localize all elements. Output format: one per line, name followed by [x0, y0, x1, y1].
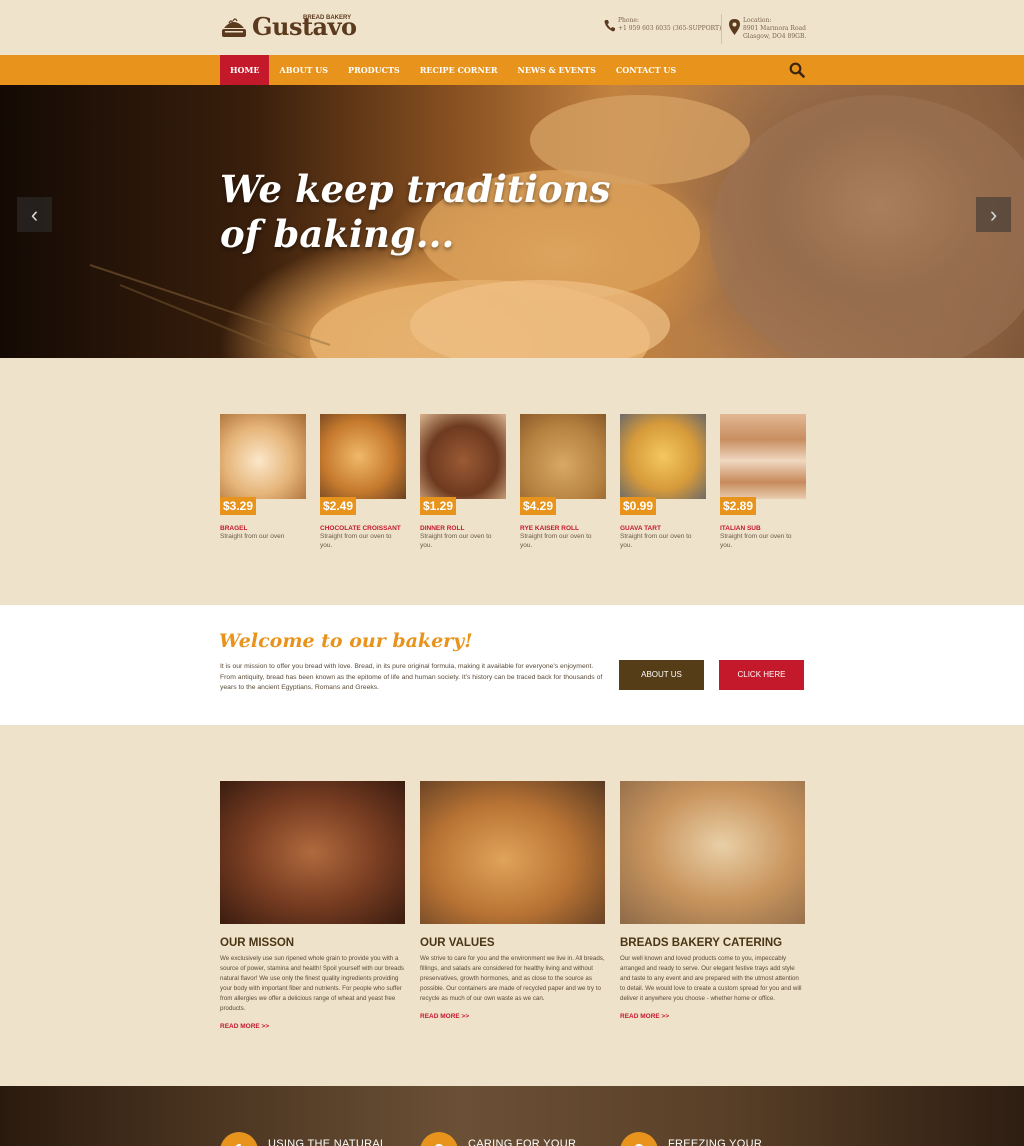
steps-band: 1 USING THE NATURAL 2 CARING FOR YOUR 3 … [0, 1086, 1024, 1146]
features-section: OUR MISSON We exclusively use sun ripene… [0, 725, 1024, 1086]
product-image[interactable]: $1.29 [420, 414, 506, 515]
feature-text: We strive to care for you and the enviro… [420, 955, 605, 1002]
nav-about-us[interactable]: ABOUT US [269, 55, 338, 85]
feature-image[interactable] [220, 781, 405, 924]
feature-card: BREADS BAKERY CATERING Our well known an… [620, 781, 805, 1020]
step-number: 3 [620, 1132, 658, 1146]
logo-tagline: BREAD BAKERY [303, 15, 352, 21]
site-header: Gustavo BREAD BAKERY Phone: +1 959 603 6… [0, 0, 1024, 55]
product-price: $3.29 [220, 497, 257, 515]
product-image[interactable]: $3.29 [220, 414, 306, 515]
hero-title-line2: of baking... [220, 212, 455, 256]
welcome-text: It is our mission to offer you bread wit… [220, 663, 603, 691]
product-card[interactable]: $1.29 DINNER ROLL Straight from our oven… [420, 414, 506, 550]
read-more-link[interactable]: READ MORE >> [420, 1013, 605, 1020]
phone-icon [604, 20, 615, 32]
logo[interactable]: Gustavo BREAD BAKERY [220, 12, 357, 41]
read-more-link[interactable]: READ MORE >> [220, 1023, 405, 1030]
nav-news-events[interactable]: NEWS & EVENTS [508, 55, 606, 85]
nav-home[interactable]: HOME [220, 55, 270, 85]
feature-text: Our well known and loved products come t… [620, 955, 802, 1002]
slider-prev-button[interactable]: ‹ [17, 197, 52, 232]
feature-title: BREADS BAKERY CATERING [620, 937, 783, 949]
product-card[interactable]: $0.99 GUAVA TART Straight from our oven … [620, 414, 706, 550]
hero-slider: We keep traditions of baking... ‹ › [0, 85, 1024, 358]
nav-products[interactable]: PRODUCTS [338, 55, 410, 85]
step-number: 2 [420, 1132, 458, 1146]
product-name[interactable]: CHOCOLATE CROISSANT [320, 525, 406, 533]
product-image[interactable]: $2.49 [320, 414, 406, 515]
product-name[interactable]: RYE KAISER ROLL [520, 525, 606, 533]
feature-image[interactable] [420, 781, 605, 924]
header-divider [721, 14, 722, 44]
product-name[interactable]: ITALIAN SUB [720, 525, 806, 533]
step-text: CARING FOR YOUR [468, 1138, 577, 1146]
step-item: 2 CARING FOR YOUR [420, 1132, 576, 1146]
feature-card: OUR VALUES We strive to care for you and… [420, 781, 605, 1020]
slider-next-button[interactable]: › [976, 197, 1011, 232]
product-image[interactable]: $2.89 [720, 414, 806, 515]
product-name[interactable]: BRAGEL [220, 525, 306, 533]
welcome-section: Welcome to our bakery! It is our mission… [0, 605, 1024, 725]
product-name[interactable]: GUAVA TART [620, 525, 706, 533]
step-item: 3 FREEZING YOUR [620, 1132, 762, 1146]
bread-basket-icon [222, 17, 246, 37]
about-us-button[interactable]: ABOUT US [619, 660, 704, 690]
product-image[interactable]: $0.99 [620, 414, 706, 515]
product-price: $4.29 [520, 497, 557, 515]
main-nav: HOME ABOUT US PRODUCTS RECIPE CORNER NEW… [0, 55, 1024, 85]
product-card[interactable]: $3.29 BRAGEL Straight from our oven [220, 414, 306, 542]
product-card[interactable]: $2.89 ITALIAN SUB Straight from our oven… [720, 414, 806, 550]
location-contact: Location: 8901 Marmora Road Glasgow, DO4… [729, 17, 806, 41]
product-price: $0.99 [620, 497, 657, 515]
product-description: Straight from our oven to you. [720, 533, 792, 549]
feature-title: OUR VALUES [420, 937, 495, 949]
click-here-button[interactable]: CLICK HERE [719, 660, 804, 690]
feature-text: We exclusively use sun ripened whole gra… [220, 955, 405, 1012]
welcome-title: Welcome to our bakery! [219, 630, 473, 652]
read-more-link[interactable]: READ MORE >> [620, 1013, 805, 1020]
product-image[interactable]: $4.29 [520, 414, 606, 515]
nav-contact-us[interactable]: CONTACT US [606, 55, 686, 85]
hero-title: We keep traditions of baking... [220, 167, 610, 257]
step-number: 1 [220, 1132, 258, 1146]
phone-value[interactable]: +1 959 603 6035 (365-SUPPORT) [618, 25, 721, 33]
hero-title-line1: We keep traditions [220, 167, 611, 211]
location-label: Location: [743, 17, 772, 24]
location-line1: 8901 Marmora Road [743, 25, 806, 32]
product-name[interactable]: DINNER ROLL [420, 525, 506, 533]
phone-label: Phone: [618, 17, 639, 24]
step-text: FREEZING YOUR [668, 1138, 763, 1146]
feature-title: OUR MISSON [220, 937, 295, 949]
step-text: USING THE NATURAL [268, 1138, 387, 1146]
map-pin-icon [729, 19, 740, 35]
product-card[interactable]: $2.49 CHOCOLATE CROISSANT Straight from … [320, 414, 406, 550]
phone-contact: Phone: +1 959 603 6035 (365-SUPPORT) [604, 17, 721, 33]
product-description: Straight from our oven to you. [520, 533, 592, 549]
product-description: Straight from our oven to you. [420, 533, 492, 549]
product-price: $1.29 [420, 497, 457, 515]
location-line2: Glasgow, DO4 89GB. [743, 33, 807, 40]
nav-recipe-corner[interactable]: RECIPE CORNER [410, 55, 508, 85]
feature-image[interactable] [620, 781, 805, 924]
product-price: $2.49 [320, 497, 357, 515]
feature-card: OUR MISSON We exclusively use sun ripene… [220, 781, 405, 1030]
product-price: $2.89 [720, 497, 757, 515]
product-description: Straight from our oven to you. [320, 533, 392, 549]
search-icon[interactable] [789, 62, 805, 78]
step-item: 1 USING THE NATURAL [220, 1132, 386, 1146]
product-description: Straight from our oven [220, 533, 285, 540]
product-description: Straight from our oven to you. [620, 533, 692, 549]
products-section: $3.29 BRAGEL Straight from our oven $2.4… [0, 358, 1024, 605]
product-card[interactable]: $4.29 RYE KAISER ROLL Straight from our … [520, 414, 606, 550]
